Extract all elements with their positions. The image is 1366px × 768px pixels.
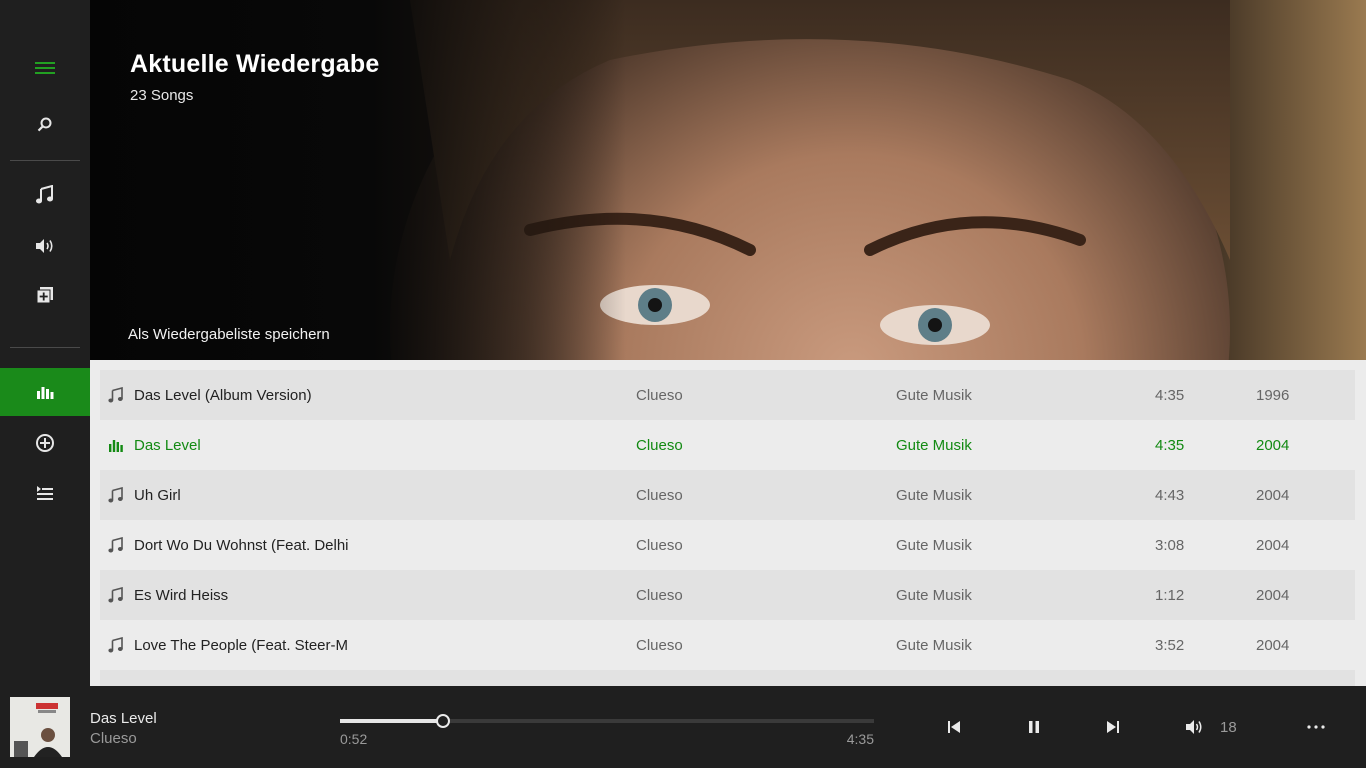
music-app: Aktuelle Wiedergabe 23 Songs Als Wiederg… bbox=[0, 0, 1366, 768]
track-artist: Clueso bbox=[636, 386, 683, 404]
music-collection-button[interactable] bbox=[0, 171, 90, 219]
track-title: Es Wird Heiss bbox=[134, 586, 229, 604]
search-button[interactable] bbox=[0, 101, 90, 149]
track-row[interactable]: Love The People (Feat. Steer-M Clueso Gu… bbox=[100, 620, 1355, 670]
track-artist: Clueso bbox=[636, 436, 683, 454]
radio-button[interactable] bbox=[0, 222, 90, 270]
save-as-playlist-link[interactable]: Als Wiedergabeliste speichern bbox=[128, 326, 330, 343]
track-duration: 4:35 bbox=[1155, 436, 1185, 454]
sidebar-divider bbox=[10, 347, 80, 348]
sidebar-divider bbox=[10, 160, 80, 161]
hamburger-menu-icon bbox=[35, 62, 55, 74]
more-options-button[interactable] bbox=[1300, 711, 1332, 743]
previous-icon bbox=[948, 721, 960, 733]
music-note-icon bbox=[108, 587, 123, 603]
album-art-thumbnail[interactable] bbox=[10, 697, 70, 757]
volume-level: 18 bbox=[1220, 719, 1237, 736]
seek-handle[interactable] bbox=[436, 714, 451, 728]
now-playing-hero: Aktuelle Wiedergabe 23 Songs Als Wiederg… bbox=[90, 0, 1366, 360]
album-art-image bbox=[10, 697, 70, 757]
music-note-icon bbox=[108, 637, 123, 653]
hamburger-menu-button[interactable] bbox=[0, 44, 90, 92]
current-time: 0:52 bbox=[340, 731, 368, 747]
sidebar bbox=[0, 0, 90, 686]
more-dots-icon bbox=[1307, 725, 1325, 729]
radio-broadcast-icon bbox=[36, 239, 53, 253]
track-row-partial[interactable] bbox=[100, 670, 1355, 686]
track-album: Gute Musik bbox=[896, 636, 972, 654]
track-title: Das Level bbox=[134, 436, 201, 454]
track-duration: 4:35 bbox=[1155, 386, 1185, 404]
track-album: Gute Musik bbox=[896, 586, 972, 604]
track-row[interactable]: Dort Wo Du Wohnst (Feat. Delhi Clueso Gu… bbox=[100, 520, 1355, 570]
track-year: 2004 bbox=[1256, 636, 1290, 654]
page-title: Aktuelle Wiedergabe bbox=[130, 50, 380, 78]
playlist-button[interactable] bbox=[0, 469, 90, 517]
track-title: Das Level (Album Version) bbox=[134, 386, 312, 404]
track-year: 2004 bbox=[1256, 586, 1290, 604]
add-button[interactable] bbox=[0, 419, 90, 467]
add-circle-icon bbox=[36, 434, 54, 452]
track-duration: 3:52 bbox=[1155, 636, 1185, 654]
seek-bar-progress bbox=[340, 719, 444, 723]
track-year: 1996 bbox=[1256, 386, 1290, 404]
track-row[interactable]: Es Wird Heiss Clueso Gute Musik 1:12 200… bbox=[100, 570, 1355, 620]
add-collection-icon bbox=[36, 287, 53, 304]
track-duration: 1:12 bbox=[1155, 586, 1185, 604]
track-list: Das Level (Album Version) Clueso Gute Mu… bbox=[90, 360, 1366, 686]
now-playing-artist: Clueso bbox=[90, 730, 137, 747]
track-year: 2004 bbox=[1256, 536, 1290, 554]
next-button[interactable] bbox=[1097, 711, 1129, 743]
track-row[interactable]: Uh Girl Clueso Gute Musik 4:43 2004 bbox=[100, 470, 1355, 520]
music-note-icon bbox=[108, 537, 123, 553]
now-playing-button[interactable] bbox=[0, 368, 90, 416]
track-artist: Clueso bbox=[636, 636, 683, 654]
pause-icon bbox=[1029, 721, 1039, 733]
track-year: 2004 bbox=[1256, 436, 1290, 454]
music-note-icon bbox=[108, 387, 123, 403]
music-note-icon bbox=[108, 487, 123, 503]
now-playing-bars-icon bbox=[109, 440, 123, 452]
seek-bar[interactable] bbox=[340, 714, 874, 728]
track-title: Uh Girl bbox=[134, 486, 181, 504]
next-icon bbox=[1107, 721, 1119, 733]
track-album: Gute Musik bbox=[896, 436, 972, 454]
playlist-icon bbox=[37, 486, 53, 500]
track-year: 2004 bbox=[1256, 486, 1290, 504]
song-count: 23 Songs bbox=[130, 87, 194, 104]
pause-button[interactable] bbox=[1018, 711, 1050, 743]
now-playing-title: Das Level bbox=[90, 710, 157, 727]
track-album: Gute Musik bbox=[896, 486, 972, 504]
player-bar: Das Level Clueso 0:52 4:35 18 bbox=[0, 686, 1366, 768]
track-row[interactable]: Das Level (Album Version) Clueso Gute Mu… bbox=[100, 370, 1355, 420]
track-title: Love The People (Feat. Steer-M bbox=[134, 636, 348, 654]
track-row-playing[interactable]: Das Level Clueso Gute Musik 4:35 2004 bbox=[100, 420, 1355, 470]
track-duration: 4:43 bbox=[1155, 486, 1185, 504]
track-album: Gute Musik bbox=[896, 536, 972, 554]
track-duration: 3:08 bbox=[1155, 536, 1185, 554]
music-note-icon bbox=[36, 185, 53, 204]
total-time: 4:35 bbox=[846, 731, 874, 747]
track-album: Gute Musik bbox=[896, 386, 972, 404]
volume-button[interactable] bbox=[1178, 711, 1210, 743]
track-artist: Clueso bbox=[636, 536, 683, 554]
now-playing-bars-icon bbox=[37, 387, 54, 399]
track-artist: Clueso bbox=[636, 486, 683, 504]
add-collection-button[interactable] bbox=[0, 271, 90, 319]
volume-icon bbox=[1186, 720, 1202, 734]
previous-button[interactable] bbox=[938, 711, 970, 743]
search-icon bbox=[37, 117, 52, 132]
track-artist: Clueso bbox=[636, 586, 683, 604]
track-title: Dort Wo Du Wohnst (Feat. Delhi bbox=[134, 536, 349, 554]
